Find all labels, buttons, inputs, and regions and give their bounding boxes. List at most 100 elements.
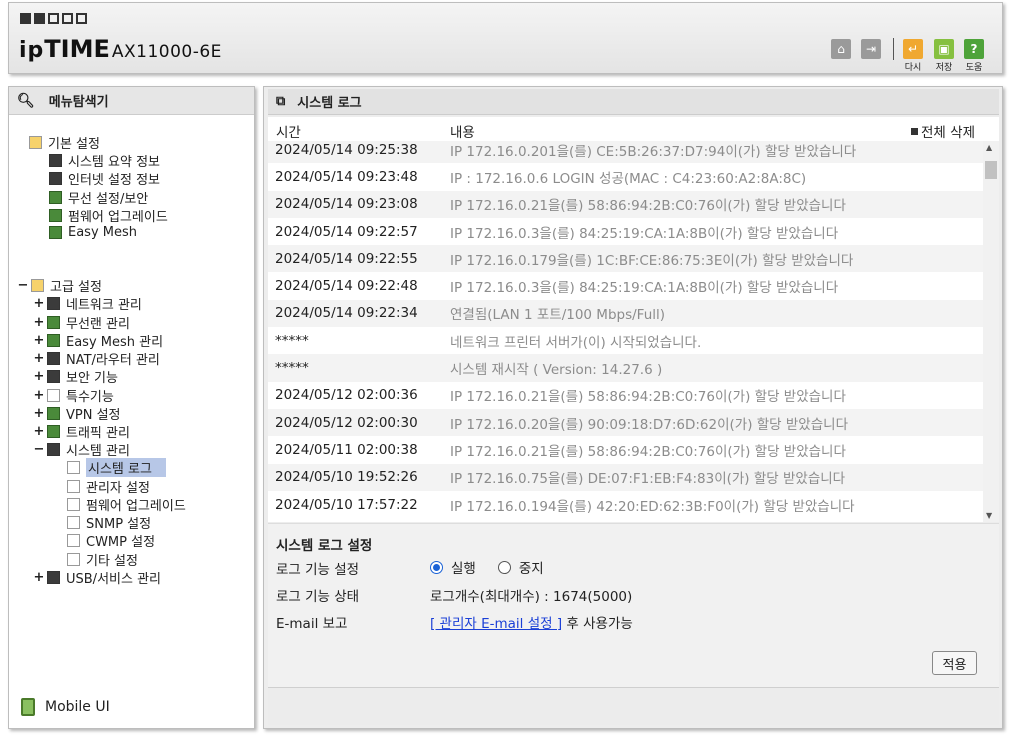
menu-explorer: 🔍︎ 메뉴탐색기 기본 설정 시스템 요약 정보 인터넷 설정 정보 무선 설정…: [8, 86, 255, 729]
log-window-icon: ⧉: [276, 94, 286, 109]
log-status-label: 로그 기능 상태: [276, 589, 360, 605]
home-icon[interactable]: ⌂: [831, 39, 851, 59]
tree-advanced-settings[interactable]: − 고급 설정: [17, 276, 102, 295]
scroll-thumb[interactable]: [985, 161, 997, 179]
tree-item-vpn[interactable]: + VPN 설정: [33, 404, 121, 423]
tree-item-system-mgmt[interactable]: − 시스템 관리: [33, 440, 130, 459]
folder-icon: [31, 278, 44, 292]
refresh-label[interactable]: 다시: [898, 60, 928, 73]
tree-label: Easy Mesh: [68, 224, 138, 240]
log-time: 2024/05/14 09:23:08: [275, 196, 418, 213]
help-icon[interactable]: ?: [964, 39, 984, 59]
log-function-options: 실행 중지: [430, 557, 544, 577]
tree-item-easy-mesh-mgmt[interactable]: + Easy Mesh 관리: [33, 331, 164, 350]
scroll-down-icon[interactable]: ▼: [986, 511, 992, 520]
scroll-up-icon[interactable]: ▲: [986, 143, 992, 152]
tree-label: SNMP 설정: [86, 516, 152, 532]
logout-icon[interactable]: ⇥: [861, 39, 881, 59]
delete-all-button[interactable]: 전체 삭제: [911, 121, 975, 141]
log-message: IP 172.16.0.3을(를) 84:25:19:CA:1A:8B이(가) …: [450, 225, 839, 242]
email-report-value: [ 관리자 E-mail 설정 ] 후 사용가능: [430, 612, 633, 632]
tree-label: 인터넷 설정 정보: [68, 172, 160, 188]
tree-item-system-log[interactable]: 시스템 로그: [67, 457, 166, 477]
expand-icon[interactable]: +: [33, 333, 45, 348]
run-radio[interactable]: [430, 560, 443, 574]
refresh-icon[interactable]: ↵: [903, 39, 923, 59]
tree-item-easy-mesh[interactable]: Easy Mesh: [49, 223, 137, 241]
tree-label: 기타 설정: [86, 553, 138, 569]
expand-icon[interactable]: +: [33, 369, 45, 384]
tree-basic-settings[interactable]: 기본 설정: [29, 133, 100, 152]
network-icon: [47, 296, 60, 310]
log-scrollbar[interactable]: ▲ ▼: [983, 141, 999, 522]
brand-prefix: ip: [19, 38, 45, 63]
log-row: 2024/05/14 09:22:55 IP 172.16.0.179을(를) 1…: [268, 245, 984, 273]
expand-icon[interactable]: +: [33, 296, 45, 311]
tree-item-usb-service[interactable]: + USB/서비스 관리: [33, 568, 161, 587]
email-report-label: E-mail 보고: [276, 616, 348, 632]
tree-item-special[interactable]: + 특수기능: [33, 386, 114, 405]
document-icon: [67, 533, 80, 547]
menu-explorer-label: 메뉴탐색기: [48, 95, 109, 110]
tree-item-admin-settings[interactable]: 관리자 설정: [67, 477, 150, 496]
tree-item-security[interactable]: + 보안 기능: [33, 367, 118, 386]
tree-item-nat-router[interactable]: + NAT/라우터 관리: [33, 349, 160, 368]
save-label[interactable]: 저장: [929, 60, 959, 73]
log-message: IP 172.16.0.201을(를) CE:5B:26:37:D7:94이(가…: [450, 143, 857, 160]
expand-icon[interactable]: +: [33, 424, 45, 439]
column-time: 시간: [276, 125, 301, 141]
tree-item-fw-upgrade[interactable]: 펌웨어 업그레이드: [67, 495, 186, 514]
log-message: IP : 172.16.0.6 LOGIN 성공(MAC : C4:23:60:…: [450, 170, 807, 187]
header-divider: [893, 38, 894, 60]
log-time: 2024/05/12 02:00:36: [275, 387, 418, 404]
document-icon: [67, 552, 80, 566]
document-icon: [67, 479, 80, 493]
tree-item-system-summary[interactable]: 시스템 요약 정보: [49, 151, 160, 170]
tree-item-wlan-mgmt[interactable]: + 무선랜 관리: [33, 313, 130, 332]
tree-label: 기본 설정: [48, 136, 100, 152]
collapse-icon[interactable]: −: [33, 442, 45, 457]
expand-icon[interactable]: +: [33, 570, 45, 585]
tree-item-traffic[interactable]: + 트래픽 관리: [33, 422, 130, 441]
log-message: IP 172.16.0.21을(를) 58:86:94:2B:C0:76이(가)…: [450, 389, 846, 406]
run-label[interactable]: 실행: [451, 557, 476, 577]
chart-icon: [49, 153, 62, 167]
tree-label: 펌웨어 업그레이드: [86, 498, 186, 514]
admin-email-settings-link[interactable]: [ 관리자 E-mail 설정 ]: [430, 612, 562, 632]
tree-label: 무선랜 관리: [66, 316, 130, 332]
main-panel: ⧉ 시스템 로그 시간 내용 전체 삭제 2024/05/14 09:25:38…: [263, 86, 1003, 729]
tree-label: CWMP 설정: [86, 534, 156, 550]
mobile-ui-link[interactable]: Mobile UI: [21, 698, 110, 716]
tree-item-internet-info[interactable]: 인터넷 설정 정보: [49, 169, 160, 188]
expand-icon[interactable]: +: [33, 315, 45, 330]
help-label[interactable]: 도움: [959, 60, 989, 73]
log-row: 2024/05/14 09:23:08 IP 172.16.0.21을(를) 58…: [268, 190, 984, 218]
collapse-icon[interactable]: −: [17, 278, 29, 293]
tree-item-wireless-security[interactable]: 무선 설정/보안: [49, 188, 148, 207]
tree-item-other[interactable]: 기타 설정: [67, 550, 138, 569]
expand-icon[interactable]: +: [33, 406, 45, 421]
expand-icon[interactable]: +: [33, 388, 45, 403]
apply-button[interactable]: 적용: [932, 651, 977, 675]
monitor-icon: [49, 171, 62, 185]
tree-label: USB/서비스 관리: [66, 571, 161, 587]
wireless-icon: [49, 190, 62, 204]
tree-item-cwmp[interactable]: CWMP 설정: [67, 531, 156, 550]
tree-item-firmware-upgrade[interactable]: 펌웨어 업그레이드: [49, 206, 168, 225]
tree-label: 시스템 요약 정보: [68, 154, 160, 170]
expand-icon[interactable]: +: [33, 351, 45, 366]
folder-icon: [29, 135, 42, 149]
stop-label[interactable]: 중지: [519, 557, 544, 577]
tree-label: 트래픽 관리: [66, 425, 130, 441]
log-list[interactable]: 2024/05/14 09:25:38 IP 172.16.0.201을(를) C…: [268, 141, 999, 522]
save-icon[interactable]: ▣: [934, 39, 954, 59]
stop-radio[interactable]: [497, 560, 511, 574]
log-row: ***** 네트워크 프린터 서버가(이) 시작되었습니다.: [268, 327, 984, 354]
log-row: 2024/05/14 09:25:38 IP 172.16.0.201을(를) C…: [268, 141, 984, 164]
log-time: 2024/05/14 09:22:57: [275, 223, 418, 240]
tree-item-network-mgmt[interactable]: + 네트워크 관리: [33, 294, 142, 313]
delete-all-label: 전체 삭제: [921, 125, 975, 141]
tree-item-snmp[interactable]: SNMP 설정: [67, 513, 152, 532]
magnifier-icon: 🔍︎: [17, 92, 35, 109]
email-suffix: 후 사용가능: [562, 616, 633, 632]
